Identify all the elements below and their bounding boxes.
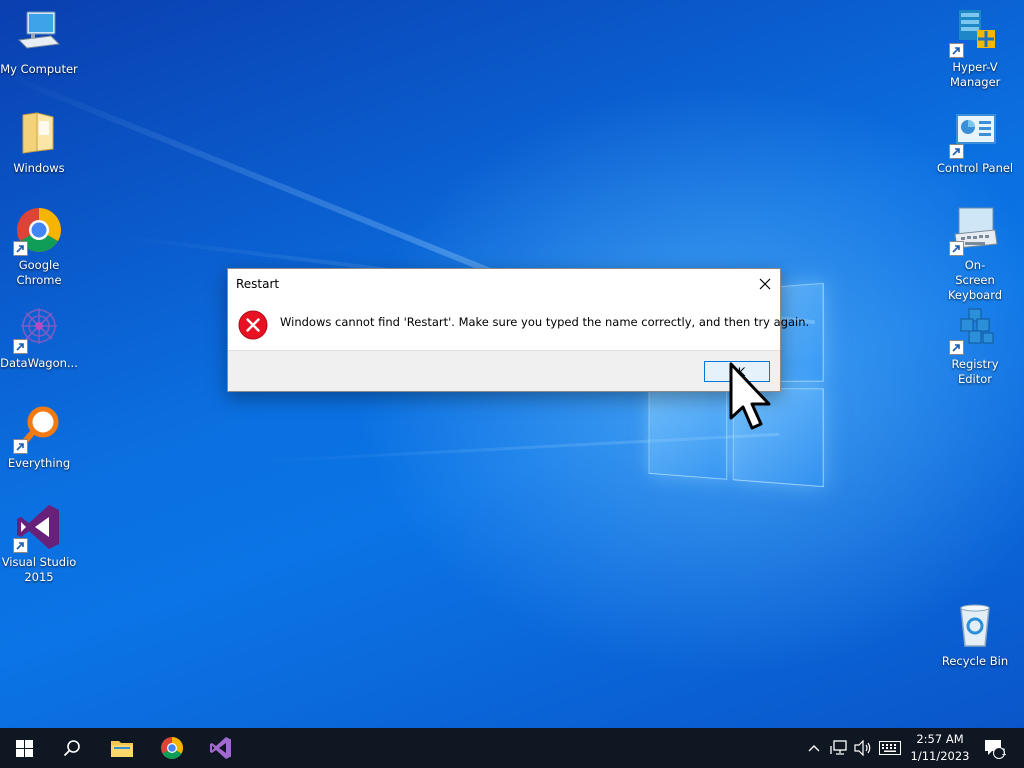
shortcut-arrow-icon bbox=[949, 241, 964, 256]
desktop-icon-label: Recycle Bin bbox=[936, 654, 1014, 669]
desktop-icon-label: Registry Editor bbox=[950, 357, 1000, 387]
ok-button[interactable]: OK bbox=[704, 361, 770, 382]
registry-editor-icon bbox=[951, 305, 999, 353]
start-button[interactable] bbox=[0, 728, 48, 768]
dialog-titlebar[interactable]: Restart bbox=[228, 269, 780, 299]
desktop-icon-recycle-bin[interactable]: Recycle Bin bbox=[936, 602, 1014, 669]
desktop-icon-hyper-v-manager[interactable]: Hyper-V Manager bbox=[936, 8, 1014, 90]
computer-icon bbox=[15, 10, 63, 58]
network-icon bbox=[830, 740, 848, 756]
dialog-title: Restart bbox=[236, 277, 279, 291]
desktop-icon-everything[interactable]: Everything bbox=[0, 404, 78, 471]
close-button[interactable] bbox=[750, 269, 780, 299]
desktop-icon-windows-folder[interactable]: Windows bbox=[0, 109, 78, 176]
desktop-icon-label: Everything bbox=[0, 456, 78, 471]
shortcut-arrow-icon bbox=[13, 439, 28, 454]
network-button[interactable] bbox=[829, 739, 849, 757]
notification-count: 1 bbox=[998, 747, 1010, 759]
error-dialog: Restart Windows cannot find 'Restart'. M… bbox=[227, 268, 781, 392]
taskbar: 2:57 AM 1/11/2023 1 bbox=[0, 728, 1024, 768]
desktop-icon-label: DataWagon... bbox=[0, 356, 78, 371]
taskbar-file-explorer[interactable] bbox=[98, 728, 146, 768]
desktop-icon-google-chrome[interactable]: Google Chrome bbox=[0, 206, 78, 288]
search-icon bbox=[63, 739, 81, 757]
desktop-icon-label: My Computer bbox=[0, 62, 78, 77]
dialog-footer: OK bbox=[228, 350, 780, 391]
desktop-icon-on-screen-keyboard[interactable]: On-Screen Keyboard bbox=[936, 206, 1014, 303]
desktop-icon-control-panel[interactable]: Control Panel bbox=[936, 109, 1014, 176]
hyper-v-icon bbox=[951, 8, 999, 56]
recycle-bin-icon bbox=[951, 602, 999, 650]
close-icon bbox=[759, 278, 771, 290]
desktop-icon-label: Hyper-V Manager bbox=[950, 60, 1000, 90]
error-icon bbox=[238, 310, 268, 340]
desktop-icon-label: Google Chrome bbox=[0, 258, 78, 288]
taskbar-chrome[interactable] bbox=[148, 728, 196, 768]
chevron-up-icon bbox=[808, 744, 820, 752]
visual-studio-icon bbox=[209, 736, 233, 760]
file-explorer-icon bbox=[110, 738, 134, 758]
chrome-icon bbox=[15, 206, 63, 254]
clock-time: 2:57 AM bbox=[906, 731, 974, 748]
desktop-icon-my-computer[interactable]: My Computer bbox=[0, 10, 78, 77]
clock-date: 1/11/2023 bbox=[906, 748, 974, 765]
shortcut-arrow-icon bbox=[949, 144, 964, 159]
visual-studio-icon bbox=[15, 503, 63, 551]
volume-button[interactable] bbox=[853, 739, 873, 757]
desktop-icon-label: On-Screen Keyboard bbox=[945, 258, 1005, 303]
dialog-message: Windows cannot find 'Restart'. Make sure… bbox=[280, 315, 809, 329]
shortcut-arrow-icon bbox=[949, 43, 964, 58]
show-hidden-icons-button[interactable] bbox=[806, 739, 822, 757]
touch-keyboard-button[interactable] bbox=[878, 739, 902, 757]
desktop-icon-label: Windows bbox=[0, 161, 78, 176]
taskbar-clock[interactable]: 2:57 AM 1/11/2023 bbox=[906, 731, 974, 765]
desktop-icon-visual-studio[interactable]: Visual Studio 2015 bbox=[0, 503, 78, 585]
everything-icon bbox=[15, 404, 63, 452]
control-panel-icon bbox=[951, 109, 999, 157]
keyboard-icon bbox=[879, 741, 901, 755]
search-button[interactable] bbox=[48, 728, 96, 768]
keyboard-icon bbox=[951, 206, 999, 254]
start-icon bbox=[16, 740, 33, 757]
desktop-icon-label: Visual Studio 2015 bbox=[0, 555, 78, 585]
datawagon-icon bbox=[15, 304, 63, 352]
chrome-icon bbox=[160, 736, 184, 760]
action-center-button[interactable]: 1 bbox=[982, 737, 1006, 759]
folder-icon bbox=[15, 109, 63, 157]
shortcut-arrow-icon bbox=[13, 339, 28, 354]
desktop-icon-registry-editor[interactable]: Registry Editor bbox=[936, 305, 1014, 387]
shortcut-arrow-icon bbox=[949, 340, 964, 355]
shortcut-arrow-icon bbox=[13, 538, 28, 553]
dialog-body: Windows cannot find 'Restart'. Make sure… bbox=[228, 299, 780, 351]
desktop-icon-label: Control Panel bbox=[936, 161, 1014, 176]
desktop-icon-datawagon[interactable]: DataWagon... bbox=[0, 304, 78, 371]
shortcut-arrow-icon bbox=[13, 241, 28, 256]
speaker-icon bbox=[854, 740, 872, 756]
taskbar-visual-studio[interactable] bbox=[197, 728, 245, 768]
